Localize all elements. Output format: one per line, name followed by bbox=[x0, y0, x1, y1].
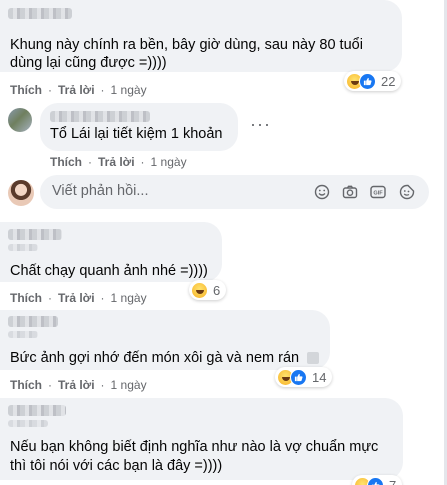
reply-composer[interactable]: Viết phản hồi... GIF bbox=[40, 175, 429, 209]
comment-text-line: thì tôi nói với các bạn là đây =)))) bbox=[10, 458, 223, 474]
reaction-count: 6 bbox=[213, 282, 221, 298]
avatar[interactable] bbox=[8, 108, 32, 132]
comment-actions: Thích · Trả lời · 1 ngày bbox=[10, 83, 147, 97]
comment-text-line: Chất chạy quanh ảnh nhé =)))) bbox=[10, 263, 208, 279]
sticker-icon[interactable] bbox=[399, 184, 415, 200]
like-icon bbox=[359, 72, 376, 90]
comment-text-line: Nếu bạn không biết định nghĩa như nào là… bbox=[10, 439, 379, 455]
reaction-count: 22 bbox=[381, 73, 396, 89]
comment-actions: Thích · Trả lời · 1 ngày bbox=[10, 291, 147, 305]
comment-actions: Thích · Trả lời · 1 ngày bbox=[50, 155, 187, 169]
like-icon bbox=[367, 476, 384, 485]
reply-button[interactable]: Trả lời bbox=[98, 155, 135, 169]
gif-icon[interactable]: GIF bbox=[370, 184, 386, 200]
haha-icon bbox=[191, 281, 208, 299]
separator: · bbox=[88, 155, 92, 169]
blurred-emoji bbox=[307, 352, 319, 364]
reaction-summary[interactable]: 22 bbox=[344, 71, 402, 91]
separator: · bbox=[48, 378, 52, 392]
current-user-avatar[interactable] bbox=[8, 180, 34, 206]
separator: · bbox=[48, 291, 52, 305]
separator: · bbox=[48, 83, 52, 97]
comment-text-line: Bức ảnh gợi nhớ đến món xôi gà và nem rá… bbox=[10, 350, 300, 366]
commenter-name-blurred[interactable] bbox=[8, 8, 72, 19]
separator: · bbox=[100, 83, 105, 97]
separator: · bbox=[140, 155, 145, 169]
like-button[interactable]: Thích bbox=[10, 378, 42, 392]
commenter-name-blurred[interactable] bbox=[8, 405, 66, 416]
reaction-summary[interactable]: 14 bbox=[275, 367, 333, 387]
comment-text-line: Khung này chính ra bền, bây giờ dùng, sa… bbox=[10, 37, 363, 53]
timestamp[interactable]: 1 ngày bbox=[111, 378, 147, 392]
emoji-icon[interactable] bbox=[314, 184, 330, 200]
like-button[interactable]: Thích bbox=[10, 291, 42, 305]
reaction-count: 7 bbox=[389, 477, 397, 485]
timestamp[interactable]: 1 ngày bbox=[151, 155, 187, 169]
commenter-name-blurred[interactable] bbox=[8, 316, 58, 327]
like-button[interactable]: Thích bbox=[50, 155, 82, 169]
separator: · bbox=[100, 291, 105, 305]
reaction-summary[interactable]: 6 bbox=[189, 280, 227, 300]
svg-text:GIF: GIF bbox=[373, 191, 383, 197]
comment-actions: Thích · Trả lời · 1 ngày bbox=[10, 378, 147, 392]
badge-blurred bbox=[8, 244, 38, 251]
reaction-count: 14 bbox=[312, 369, 327, 385]
badge-blurred bbox=[8, 331, 38, 338]
reply-button[interactable]: Trả lời bbox=[58, 291, 95, 305]
reaction-summary[interactable]: 7 bbox=[352, 475, 403, 485]
commenter-name-blurred[interactable] bbox=[50, 111, 150, 122]
camera-icon[interactable] bbox=[342, 184, 358, 200]
like-icon bbox=[290, 368, 307, 386]
comment-text-line: Tổ Lái lại tiết kiệm 1 khoản bbox=[50, 126, 223, 142]
reply-button[interactable]: Trả lời bbox=[58, 378, 95, 392]
commenter-name-blurred[interactable] bbox=[8, 229, 62, 240]
reply-button[interactable]: Trả lời bbox=[58, 83, 95, 97]
like-button[interactable]: Thích bbox=[10, 83, 42, 97]
separator: · bbox=[100, 378, 105, 392]
badge-blurred bbox=[8, 420, 48, 427]
more-options-icon[interactable]: ··· bbox=[250, 114, 271, 135]
timestamp[interactable]: 1 ngày bbox=[111, 291, 147, 305]
timestamp[interactable]: 1 ngày bbox=[111, 83, 147, 97]
reply-input-placeholder[interactable]: Viết phản hồi... bbox=[52, 183, 148, 199]
comment-text-line: dùng lại cũng được =)))) bbox=[10, 55, 167, 71]
